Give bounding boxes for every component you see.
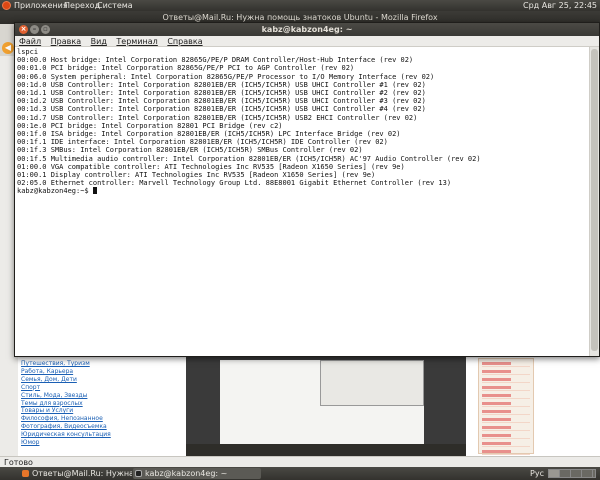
- workspace-1[interactable]: [549, 470, 560, 477]
- terminal-line: 00:01.0 PCI bridge: Intel Corporation 82…: [17, 64, 355, 73]
- terminal-line: 01:00.0 VGA compatible controller: ATI T…: [17, 162, 405, 171]
- terminal-prompt: kabz@kabzon4eg:~$: [17, 187, 93, 196]
- terminal-line: 00:1d.3 USB Controller: Intel Corporatio…: [17, 105, 426, 114]
- places-menu[interactable]: Переход: [64, 1, 100, 10]
- terminal-prompt-line: kabz@kabzon4eg:~$: [17, 187, 589, 195]
- category-link[interactable]: Темы для взрослых: [18, 400, 188, 408]
- text-cursor: [92, 187, 97, 195]
- terminal-title: kabz@kabzon4eg: ~: [261, 25, 353, 34]
- back-arrow-icon[interactable]: ◀: [2, 42, 14, 54]
- terminal-title-bar[interactable]: × – ▫ kabz@kabzon4eg: ~: [15, 23, 599, 36]
- menu-file[interactable]: Файл: [19, 36, 41, 47]
- ubuntu-logo-icon[interactable]: [2, 1, 11, 10]
- terminal-line: 00:1d.2 USB Controller: Intel Corporatio…: [17, 97, 426, 106]
- workspace-2[interactable]: [560, 470, 571, 477]
- maximize-icon[interactable]: ▫: [41, 25, 50, 34]
- terminal-line: 00:1f.1 IDE interface: Intel Corporation…: [17, 138, 388, 147]
- question-screenshot-image[interactable]: [186, 356, 466, 456]
- close-icon[interactable]: ×: [19, 25, 28, 34]
- workspace-4[interactable]: [582, 470, 593, 477]
- terminal-line: 00:1e.0 PCI bridge: Intel Corporation 82…: [17, 121, 283, 130]
- terminal-window[interactable]: × – ▫ kabz@kabzon4eg: ~ Файл Правка Вид …: [14, 22, 600, 357]
- clock[interactable]: Срд Авг 25, 22:45: [523, 1, 597, 10]
- terminal-menubar: Файл Правка Вид Терминал Справка: [15, 36, 599, 47]
- taskbar-item-label: Ответы@Mail.Ru: Нужна ...: [32, 469, 132, 478]
- category-link[interactable]: Фотография, Видеосъемка: [18, 423, 188, 431]
- terminal-line: 00:1d.7 USB Controller: Intel Corporatio…: [17, 113, 418, 122]
- terminal-line: 00:1f.0 ISA bridge: Intel Corporation 82…: [17, 130, 401, 139]
- workspace-switcher[interactable]: [548, 469, 596, 478]
- keyboard-layout-indicator[interactable]: Рус: [530, 468, 544, 479]
- sidebar-list: [478, 358, 534, 455]
- terminal-line: 00:1d.0 USB Controller: Intel Corporatio…: [17, 80, 426, 89]
- terminal-line: 00:1d.1 USB Controller: Intel Corporatio…: [17, 89, 426, 98]
- screenshot-dialog: [320, 360, 424, 406]
- category-links: Путешествия, Туризм Работа, Карьера Семь…: [18, 356, 188, 456]
- firefox-window-title: Ответы@Mail.Ru: Нужна помощь знатоков Ub…: [162, 13, 438, 22]
- menu-terminal[interactable]: Терминал: [116, 36, 157, 47]
- status-text: Готово: [4, 458, 33, 467]
- category-link[interactable]: Стиль, Мода, Звезды: [18, 392, 188, 400]
- menu-help[interactable]: Справка: [167, 36, 202, 47]
- terminal-line: lspci: [17, 48, 39, 56]
- terminal-line: 00:1f.3 SMBus: Intel Corporation 82801EB…: [17, 146, 363, 155]
- firefox-status-bar: Готово: [0, 456, 600, 467]
- category-link[interactable]: Товары и Услуги: [18, 407, 188, 415]
- workspace-3[interactable]: [571, 470, 582, 477]
- taskbar-item-terminal[interactable]: kabz@kabzon4eg: ~: [133, 468, 261, 479]
- scrollbar-thumb[interactable]: [591, 49, 598, 351]
- firefox-icon: [22, 470, 29, 477]
- category-link[interactable]: Юмор: [18, 439, 188, 447]
- terminal-icon: [135, 470, 142, 477]
- terminal-line: 02:05.0 Ethernet controller: Marvell Tec…: [17, 179, 452, 188]
- terminal-line: 00:1f.5 Multimedia audio controller: Int…: [17, 154, 481, 163]
- screenshot-taskbar: [186, 444, 466, 456]
- category-link[interactable]: Юридическая консультация: [18, 431, 188, 439]
- minimize-icon[interactable]: –: [30, 25, 39, 34]
- category-link[interactable]: Спорт: [18, 384, 188, 392]
- applications-menu[interactable]: Приложения: [14, 1, 68, 10]
- menu-view[interactable]: Вид: [91, 36, 107, 47]
- category-link[interactable]: Семья, Дом, Дети: [18, 376, 188, 384]
- category-link[interactable]: Философия, Непознанное: [18, 415, 188, 423]
- terminal-line: 00:00.0 Host bridge: Intel Corporation 8…: [17, 56, 414, 65]
- taskbar-item-firefox[interactable]: Ответы@Mail.Ru: Нужна ...: [20, 468, 132, 479]
- top-panel: Приложения Переход Система Срд Авг 25, 2…: [0, 0, 600, 11]
- system-menu[interactable]: Система: [97, 1, 133, 10]
- category-link[interactable]: Путешествия, Туризм: [18, 360, 188, 368]
- menu-edit[interactable]: Правка: [51, 36, 81, 47]
- taskbar-item-label: kabz@kabzon4eg: ~: [145, 469, 228, 478]
- bottom-panel: Ответы@Mail.Ru: Нужна ... kabz@kabzon4eg…: [0, 467, 600, 480]
- terminal-line: 00:06.0 System peripheral: Intel Corpora…: [17, 72, 435, 81]
- right-sidebar: [466, 356, 600, 456]
- screenshot-window: [220, 360, 424, 448]
- terminal-output[interactable]: lspci 00:00.0 Host bridge: Intel Corpora…: [15, 47, 591, 356]
- terminal-line: 01:00.1 Display controller: ATI Technolo…: [17, 171, 376, 180]
- category-link[interactable]: Работа, Карьера: [18, 368, 188, 376]
- terminal-scrollbar[interactable]: [589, 47, 599, 356]
